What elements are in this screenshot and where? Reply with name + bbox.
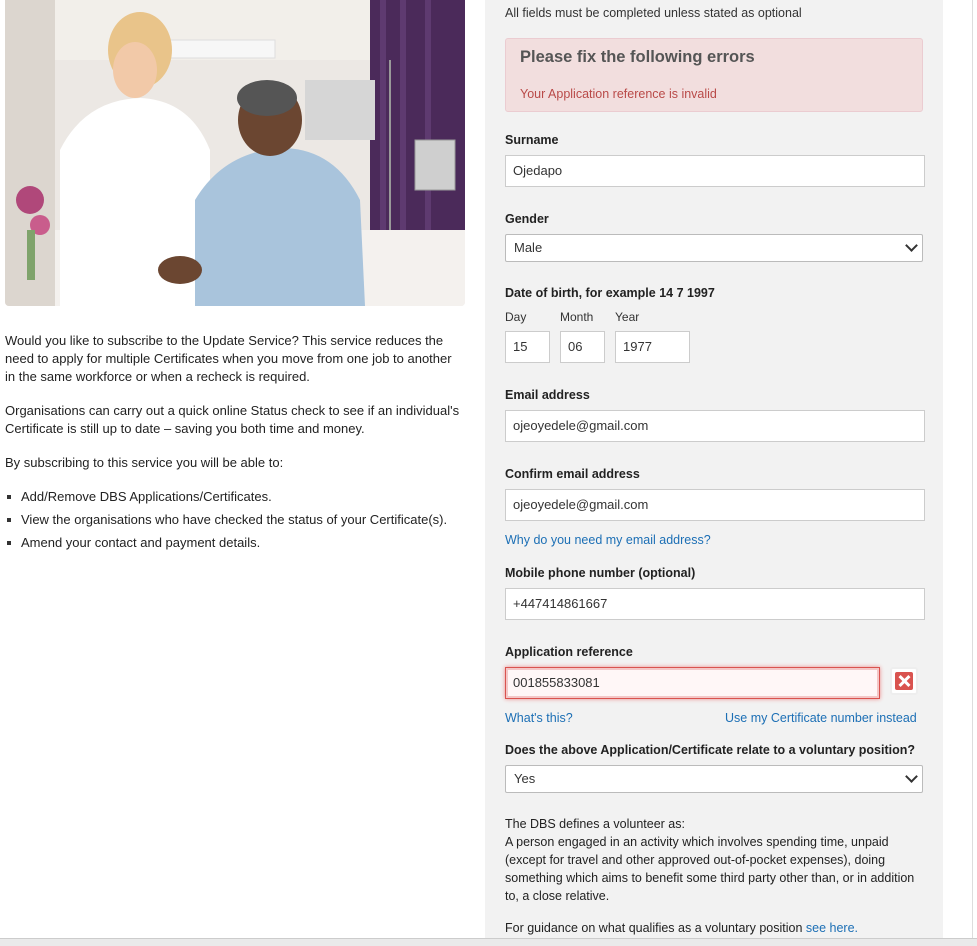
mobile-label: Mobile phone number (optional) (505, 566, 696, 580)
app-ref-input[interactable]: 001855833081 (505, 667, 880, 699)
error-message: Your Application reference is invalid (520, 87, 717, 101)
email-field[interactable]: ojeoyedele@gmail.com (505, 410, 925, 442)
guidance-text: For guidance on what qualifies as a volu… (505, 921, 803, 935)
gender-label: Gender (505, 212, 549, 226)
close-icon (895, 672, 913, 690)
list-item: Amend your contact and payment details. (7, 534, 465, 552)
dob-day-label: Day (505, 310, 527, 324)
chevron-down-icon (905, 239, 918, 252)
intro-paragraph: Would you like to subscribe to the Updat… (5, 333, 452, 384)
volunteer-definition-text: A person engaged in an activity which in… (505, 835, 915, 903)
email-label: Email address (505, 388, 590, 402)
guidance-link[interactable]: see here. (806, 921, 858, 935)
app-ref-label: Application reference (505, 645, 633, 659)
dob-year-input[interactable]: 1977 (615, 331, 690, 363)
volunteer-definition-title: The DBS defines a volunteer as: (505, 817, 685, 831)
error-summary: Please fix the following errors Your App… (505, 38, 923, 112)
voluntary-label: Does the above Application/Certificate r… (505, 743, 916, 757)
error-summary-title: Please fix the following errors (520, 48, 755, 66)
gender-select[interactable]: Male (505, 234, 923, 262)
dob-day-input[interactable]: 15 (505, 331, 550, 363)
benefits-list: Add/Remove DBS Applications/Certificates… (5, 488, 465, 552)
nurse-patient-image (5, 0, 465, 306)
dob-month-label: Month (560, 310, 594, 324)
update-service-intro: Would you like to subscribe to the Updat… (5, 332, 465, 557)
voluntary-guidance: For guidance on what qualifies as a volu… (505, 921, 858, 935)
mobile-input[interactable]: +447414861667 (505, 588, 925, 620)
dob-month-input[interactable]: 06 (560, 331, 605, 363)
benefits-lead: By subscribing to this service you will … (5, 455, 284, 470)
voluntary-select-value: Yes (514, 771, 536, 786)
status-check-paragraph: Organisations can carry out a quick onli… (5, 403, 460, 436)
error-icon (890, 667, 918, 695)
required-fields-note: All fields must be completed unless stat… (505, 6, 802, 20)
list-item: View the organisations who have checked … (7, 511, 465, 529)
surname-input[interactable]: Ojedapo (505, 155, 925, 187)
confirm-email-label: Confirm email address (505, 467, 640, 481)
email-why-link[interactable]: Why do you need my email address? (505, 533, 711, 547)
chevron-down-icon (905, 770, 918, 783)
gender-select-value: Male (514, 240, 543, 255)
use-certificate-link[interactable]: Use my Certificate number instead (725, 711, 917, 725)
list-item: Add/Remove DBS Applications/Certificates… (7, 488, 465, 506)
whats-this-link[interactable]: What's this? (505, 711, 573, 725)
surname-label: Surname (505, 133, 559, 147)
confirm-email-field[interactable]: ojeoyedele@gmail.com (505, 489, 925, 521)
volunteer-definition: The DBS defines a volunteer as: A person… (505, 815, 915, 905)
dob-year-label: Year (615, 310, 640, 324)
voluntary-select[interactable]: Yes (505, 765, 923, 793)
scrollbar[interactable] (972, 0, 977, 945)
hero-photo (5, 0, 465, 306)
dob-label: Date of birth, for example 14 7 1997 (505, 286, 715, 300)
